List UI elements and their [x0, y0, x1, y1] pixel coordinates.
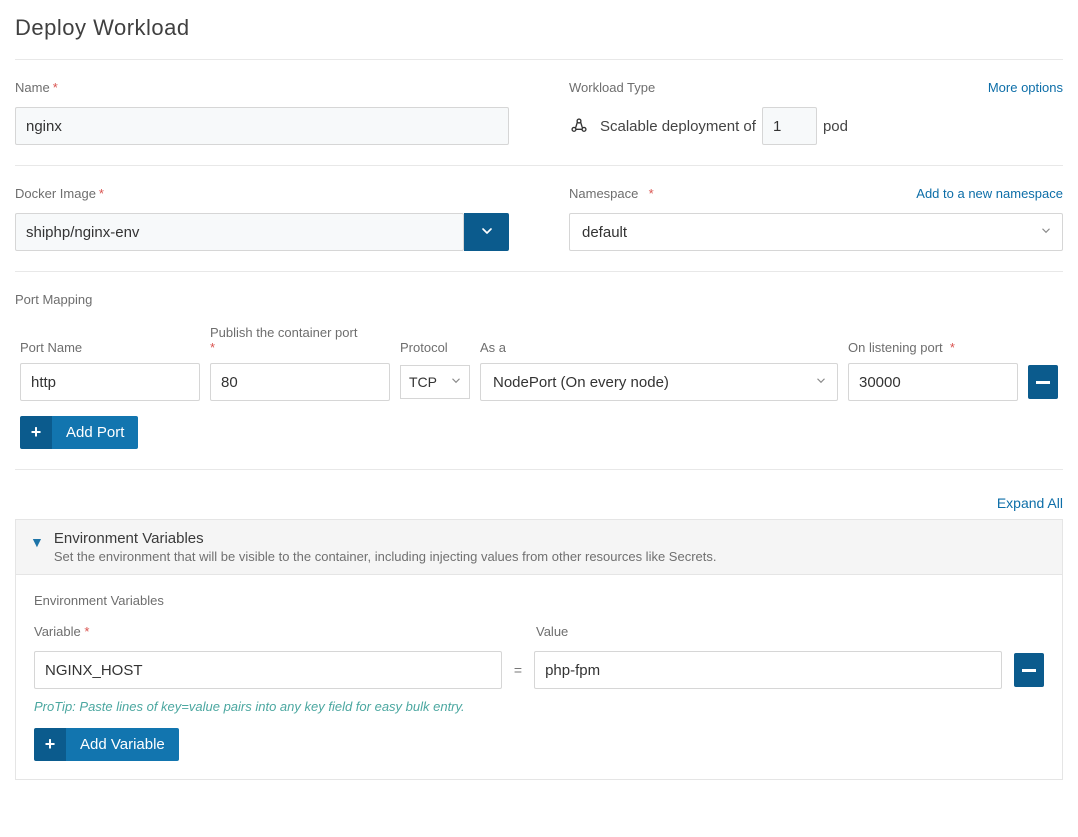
publish-port-header: Publish the container port*	[210, 325, 390, 355]
minus-icon	[1022, 669, 1036, 672]
port-row: TCP NodePort (On every node)	[15, 363, 1063, 401]
caret-down-icon: ▼	[30, 534, 44, 550]
equals-sign: =	[514, 662, 522, 678]
publish-port-input[interactable]	[210, 363, 390, 401]
value-header: Value	[536, 624, 1002, 639]
listening-port-input[interactable]	[848, 363, 1018, 401]
name-input[interactable]	[15, 107, 509, 145]
namespace-select[interactable]: default	[569, 213, 1063, 251]
chevron-down-icon	[479, 223, 495, 242]
more-options-link[interactable]: More options	[988, 80, 1063, 95]
workload-type-prefix: Scalable deployment of	[600, 118, 756, 135]
plus-icon: +	[20, 416, 52, 449]
as-a-header: As a	[480, 340, 838, 355]
name-label: Name*	[15, 80, 509, 95]
minus-icon	[1036, 381, 1050, 384]
port-name-input[interactable]	[20, 363, 200, 401]
chevron-down-icon	[449, 374, 463, 391]
docker-image-dropdown-button[interactable]	[464, 213, 509, 251]
add-variable-button[interactable]: + Add Variable	[34, 728, 179, 761]
add-port-button[interactable]: + Add Port	[20, 416, 138, 449]
docker-image-label: Docker Image*	[15, 186, 509, 201]
port-name-header: Port Name	[20, 340, 200, 355]
env-vars-accordion-header[interactable]: ▼ Environment Variables Set the environm…	[15, 519, 1063, 575]
pod-count-input[interactable]	[762, 107, 817, 145]
env-vars-subtitle: Set the environment that will be visible…	[54, 549, 717, 564]
env-variable-input[interactable]	[34, 651, 502, 689]
deployment-icon	[569, 116, 589, 136]
protocol-header: Protocol	[400, 340, 470, 355]
expand-all-link[interactable]: Expand All	[997, 495, 1063, 511]
page-title: Deploy Workload	[15, 15, 1063, 41]
docker-image-input[interactable]	[15, 213, 464, 251]
workload-type-suffix: pod	[823, 118, 848, 135]
env-vars-title: Environment Variables	[54, 530, 717, 547]
env-var-row: =	[34, 651, 1044, 689]
listening-port-header: On listening port *	[848, 340, 1018, 355]
variable-header: Variable *	[34, 624, 500, 639]
protocol-select[interactable]: TCP	[400, 365, 470, 399]
remove-env-var-button[interactable]	[1014, 653, 1044, 687]
env-vars-section-label: Environment Variables	[34, 593, 1044, 608]
port-mapping-label: Port Mapping	[15, 292, 1063, 307]
as-a-select[interactable]: NodePort (On every node)	[480, 363, 838, 401]
protip-text: ProTip: Paste lines of key=value pairs i…	[34, 699, 1044, 714]
env-value-input[interactable]	[534, 651, 1002, 689]
plus-icon: +	[34, 728, 66, 761]
add-namespace-link[interactable]: Add to a new namespace	[916, 186, 1063, 201]
remove-port-button[interactable]	[1028, 365, 1058, 399]
divider	[15, 469, 1063, 470]
